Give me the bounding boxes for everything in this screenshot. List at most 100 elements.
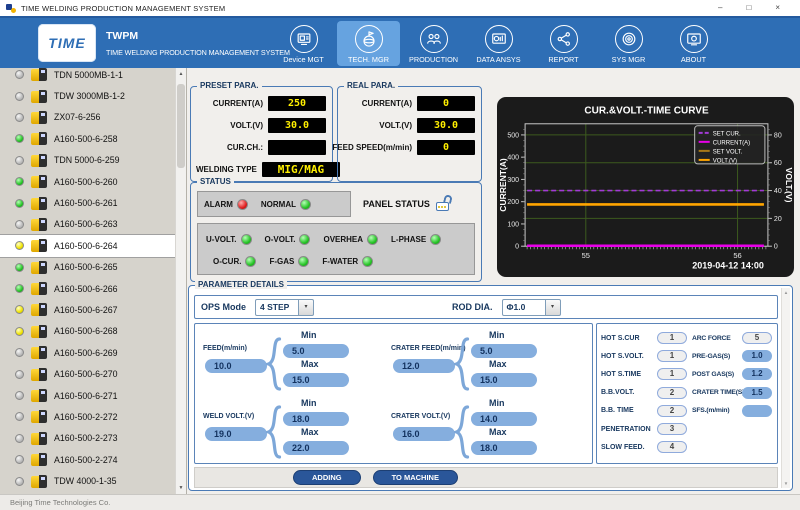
device-status-led [15, 177, 24, 186]
rod-dia-select[interactable]: Φ1.0 ▾ [502, 299, 561, 316]
status-indicator: F-GAS [269, 256, 309, 267]
list-param-value[interactable]: 1.0 [742, 350, 772, 362]
about-icon [680, 25, 708, 53]
list-param-value[interactable]: 2 [657, 387, 687, 399]
welder-machine-icon [31, 432, 47, 445]
param-row: VOLT.(V)30.0 [338, 115, 481, 136]
list-param-value[interactable] [742, 405, 772, 417]
param-row: CURRENT(A)0 [338, 93, 481, 114]
device-item[interactable]: A160-500-2-274 [0, 449, 175, 470]
list-param-value[interactable]: 1.2 [742, 368, 772, 380]
welder-machine-icon [31, 282, 47, 295]
brace-connector [266, 337, 282, 391]
range-param-group: CRATER FEED(m/min)12.0Min5.0Max15.0 [391, 332, 577, 394]
range-param-value[interactable]: 12.0 [393, 359, 455, 373]
device-item[interactable]: A160-500-6-269 [0, 342, 175, 363]
list-param-label: ARC FORCE [692, 335, 742, 342]
device-status-led [15, 113, 24, 122]
device-name: A160-500-6-261 [54, 198, 118, 208]
scroll-up-icon[interactable]: ▲ [176, 71, 186, 77]
device-item[interactable]: TDW 4000-1-35 [0, 470, 175, 491]
range-param-min[interactable]: 5.0 [283, 344, 349, 358]
sidebar-scrollbar[interactable]: ▲ ▼ [175, 68, 186, 494]
device-item[interactable]: A160-500-6-266 [0, 278, 175, 299]
nav-report[interactable]: REPORT [532, 21, 595, 66]
indicator-led [299, 234, 310, 245]
device-name: A160-500-6-267 [54, 305, 118, 315]
list-param-value[interactable]: 1.5 [742, 387, 772, 399]
minimize-button[interactable]: – [718, 1, 722, 15]
param-value-display: 0 [417, 96, 475, 111]
device-status-led [15, 370, 24, 379]
device-item[interactable]: A160-500-6-268 [0, 321, 175, 342]
chevron-down-icon[interactable]: ▾ [299, 299, 314, 316]
device-name: A160-500-6-263 [54, 219, 118, 229]
nav-label: REPORT [548, 55, 578, 64]
brace-connector [266, 405, 282, 459]
device-name: A160-500-6-269 [54, 348, 118, 358]
list-param-value[interactable]: 1 [657, 332, 687, 344]
indicator-label: OVERHEA [323, 235, 363, 244]
scroll-down-icon[interactable]: ▼ [782, 481, 790, 486]
nav-tech-mgr[interactable]: TECH. MGR [337, 21, 400, 66]
device-item[interactable]: A160-500-6-270 [0, 363, 175, 384]
range-param-min[interactable]: 14.0 [471, 412, 537, 426]
device-item[interactable]: A160-500-2-273 [0, 428, 175, 449]
list-param-value[interactable]: 2 [657, 405, 687, 417]
device-name: ZX07-6-256 [54, 112, 100, 122]
range-param-max[interactable]: 22.0 [283, 441, 349, 455]
nav-data-ansys[interactable]: DATA ANSYS [467, 21, 530, 66]
svg-text:CURRENT(A): CURRENT(A) [498, 158, 508, 212]
list-param-value[interactable]: 1 [657, 350, 687, 362]
device-item[interactable]: TDN 5000MB-1-1 [0, 68, 175, 85]
nav-production[interactable]: PRODUCTION [402, 21, 465, 66]
param-label: VOLT.(V) [379, 121, 412, 130]
scroll-down-icon[interactable]: ▼ [176, 485, 186, 491]
device-item[interactable]: TDW 3000MB-1-2 [0, 85, 175, 106]
list-param-value[interactable]: 3 [657, 423, 687, 435]
adding-button[interactable]: ADDING [293, 470, 361, 485]
scrollbar-thumb[interactable] [177, 84, 185, 168]
device-name: A160-500-6-268 [54, 326, 118, 336]
range-param-max[interactable]: 18.0 [471, 441, 537, 455]
device-item[interactable]: A160-500-2-272 [0, 406, 175, 427]
range-param-value[interactable]: 16.0 [393, 427, 455, 441]
svg-text:VOLT.(V): VOLT.(V) [784, 168, 794, 203]
to-machine-button[interactable]: TO MACHINE [373, 470, 458, 485]
list-param-value[interactable]: 4 [657, 441, 687, 453]
scroll-up-icon[interactable]: ▲ [782, 290, 790, 295]
nav-about[interactable]: ABOUT [662, 21, 725, 66]
device-item[interactable]: A160-500-6-265 [0, 257, 175, 278]
range-param-min[interactable]: 5.0 [471, 344, 537, 358]
svg-text:300: 300 [507, 177, 519, 184]
close-button[interactable]: × [775, 1, 780, 15]
chevron-down-icon[interactable]: ▾ [546, 299, 561, 316]
device-item[interactable]: A160-500-6-261 [0, 192, 175, 213]
device-item[interactable]: A160-500-6-258 [0, 128, 175, 149]
device-item[interactable]: ZX07-6-256 [0, 107, 175, 128]
nav-device-mgt[interactable]: Device MGT [272, 21, 335, 66]
list-param-value[interactable]: 5 [742, 332, 772, 344]
range-param-max[interactable]: 15.0 [283, 373, 349, 387]
device-item[interactable]: A160-500-6-267 [0, 299, 175, 320]
details-scrollbar[interactable]: ▲ ▼ [781, 288, 790, 488]
device-item[interactable]: A160-500-6-264 [0, 235, 175, 256]
device-mgt-icon [290, 25, 318, 53]
nav-sys-mgr[interactable]: SYS MGR [597, 21, 660, 66]
device-item[interactable]: A160-500-6-271 [0, 385, 175, 406]
indicator-label: L-PHASE [391, 235, 426, 244]
ops-mode-select[interactable]: 4 STEP ▾ [255, 299, 314, 316]
device-item[interactable]: A160-500-6-263 [0, 214, 175, 235]
range-param-value[interactable]: 10.0 [205, 359, 267, 373]
indicator-led [298, 256, 309, 267]
indicator-box: U-VOLT.O-VOLT.OVERHEAL-PHASE O-CUR.F-GAS… [197, 223, 475, 275]
maximize-button[interactable]: □ [746, 1, 751, 15]
list-param-label: PRE-GAS(S) [692, 353, 742, 360]
range-param-value[interactable]: 19.0 [205, 427, 267, 441]
device-item[interactable]: A160-500-6-260 [0, 171, 175, 192]
range-param-max[interactable]: 15.0 [471, 373, 537, 387]
device-item[interactable]: TDN 5000-6-259 [0, 150, 175, 171]
list-param-value[interactable]: 1 [657, 368, 687, 380]
range-param-min[interactable]: 18.0 [283, 412, 349, 426]
device-status-led [15, 134, 24, 143]
